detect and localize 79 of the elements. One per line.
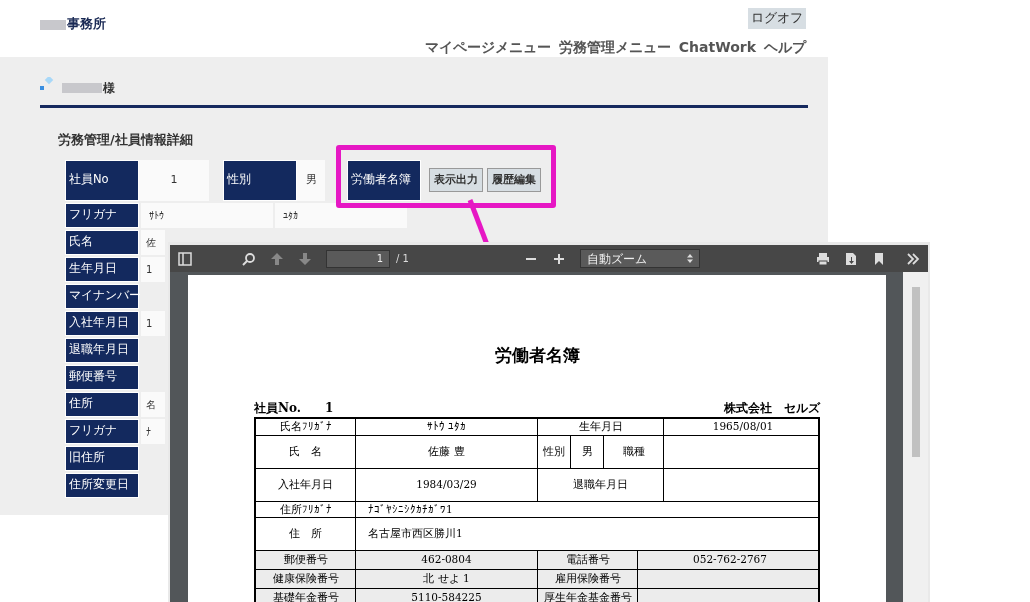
download-icon[interactable] [844, 251, 858, 266]
user-name-suffix: 様 [103, 80, 115, 97]
field-value: ﾅ [141, 418, 165, 444]
field-label: 社員No [65, 159, 139, 201]
down-arrow-icon[interactable] [298, 251, 312, 266]
page-number-field[interactable]: 1 [326, 249, 390, 268]
table-cell: 462-0804 [356, 550, 538, 569]
field-label: 性別 [223, 159, 297, 201]
diamond-icon [40, 77, 54, 91]
redacted-block [40, 19, 66, 30]
field-value: ｻﾄｳ [141, 202, 273, 228]
field-value: 1 [139, 159, 209, 201]
field-label: 旧住所 [65, 445, 139, 471]
table-label: 職種 [604, 435, 664, 468]
field-value: 1 [141, 256, 165, 282]
table-label: 基礎年金番号 [256, 588, 356, 602]
field-label: 郵便番号 [65, 364, 139, 390]
field-label: 氏名 [65, 229, 139, 255]
table-label: 住所ﾌﾘｶﾞﾅ [256, 501, 356, 518]
table-cell: 北 せよ 1 [356, 569, 538, 588]
menu-link[interactable]: ヘルプ [764, 36, 806, 58]
field-value: 1 [141, 310, 165, 336]
table-cell: 男 [571, 435, 604, 468]
table-label: 電話番号 [538, 550, 638, 569]
table-cell-text: 052-762-2767 [692, 551, 768, 567]
field-value: 名 [141, 391, 165, 417]
table-label: 厚生年金基金番号 [538, 588, 638, 602]
table-cell: ｻﾄｳ ﾕﾀｶ [356, 418, 538, 435]
field-label: 退職年月日 [65, 337, 139, 363]
table-label: 生年月日 [538, 418, 664, 435]
action-button[interactable]: 履歴編集 [487, 167, 541, 193]
field-value: ﾕﾀｶ [275, 202, 407, 228]
table-label: 郵便番号 [256, 550, 356, 569]
table-label: 退職年月日 [538, 468, 664, 501]
field-value: 男 [297, 159, 325, 201]
double-chevron-icon[interactable] [906, 251, 920, 266]
field-label: 住所変更日 [65, 472, 139, 498]
menu-link[interactable]: マイページメニュー [424, 36, 551, 58]
table-label: 氏名ﾌﾘｶﾞﾅ [256, 418, 356, 435]
bookmark-icon[interactable] [872, 251, 886, 266]
logoff-button[interactable]: ログオフ [748, 8, 806, 29]
field-label: 入社年月日 [65, 310, 139, 336]
field-label: フリガナ [65, 418, 139, 444]
table-label: 雇用保険番号 [538, 569, 638, 588]
table-cell-text: 1965/08/01 [711, 418, 775, 434]
zoom-in-icon[interactable] [552, 251, 567, 266]
page-count: / 1 [396, 252, 409, 266]
field-label: 住所 [65, 391, 139, 417]
search-icon[interactable] [242, 251, 256, 266]
table-cell: 5110-584225 [356, 588, 538, 602]
scrollbar[interactable] [903, 272, 928, 602]
field-label: 労働者名簿 [347, 159, 421, 201]
employee-no: 1 [324, 399, 334, 417]
table-cell: 1984/03/29 [356, 468, 538, 501]
table-cell: 佐藤 豊 [356, 435, 538, 468]
table-label: 氏 名 [256, 435, 356, 468]
office-name: 事務所 [67, 16, 106, 31]
employee-no-label: 社員No. [254, 399, 301, 417]
zoom-select[interactable]: 自動ズーム [580, 249, 701, 268]
table-label: 入社年月日 [256, 468, 356, 501]
menu-link[interactable]: 労務管理メニュー [558, 36, 671, 58]
field-label: フリガナ [65, 202, 139, 228]
field-label: 生年月日 [65, 256, 139, 282]
menu-link[interactable]: ChatWork [678, 36, 756, 58]
updown-caret-icon [687, 254, 694, 263]
table-label: 性別 [538, 435, 571, 468]
table-label: 住 所 [256, 517, 356, 550]
table-cell-text: ﾅｺﾞﾔｼﾆｼｸｶﾁｶﾞﾜ1 [367, 501, 454, 517]
page-title: 労務管理/社員情報詳細 [58, 131, 194, 149]
table-cell-text: 名古屋市西区勝川1 [367, 525, 464, 541]
table-label: 健康保険番号 [256, 569, 356, 588]
action-button[interactable]: 表示出力 [429, 167, 483, 193]
field-value: 佐 [141, 229, 165, 255]
redacted-block [62, 83, 102, 93]
company-name: 株式会社 セルズ [724, 399, 820, 417]
up-arrow-icon[interactable] [270, 251, 284, 266]
print-icon[interactable] [816, 251, 830, 266]
sidebar-toggle-icon[interactable] [178, 251, 192, 266]
document-title: 労働者名簿 [493, 344, 581, 367]
